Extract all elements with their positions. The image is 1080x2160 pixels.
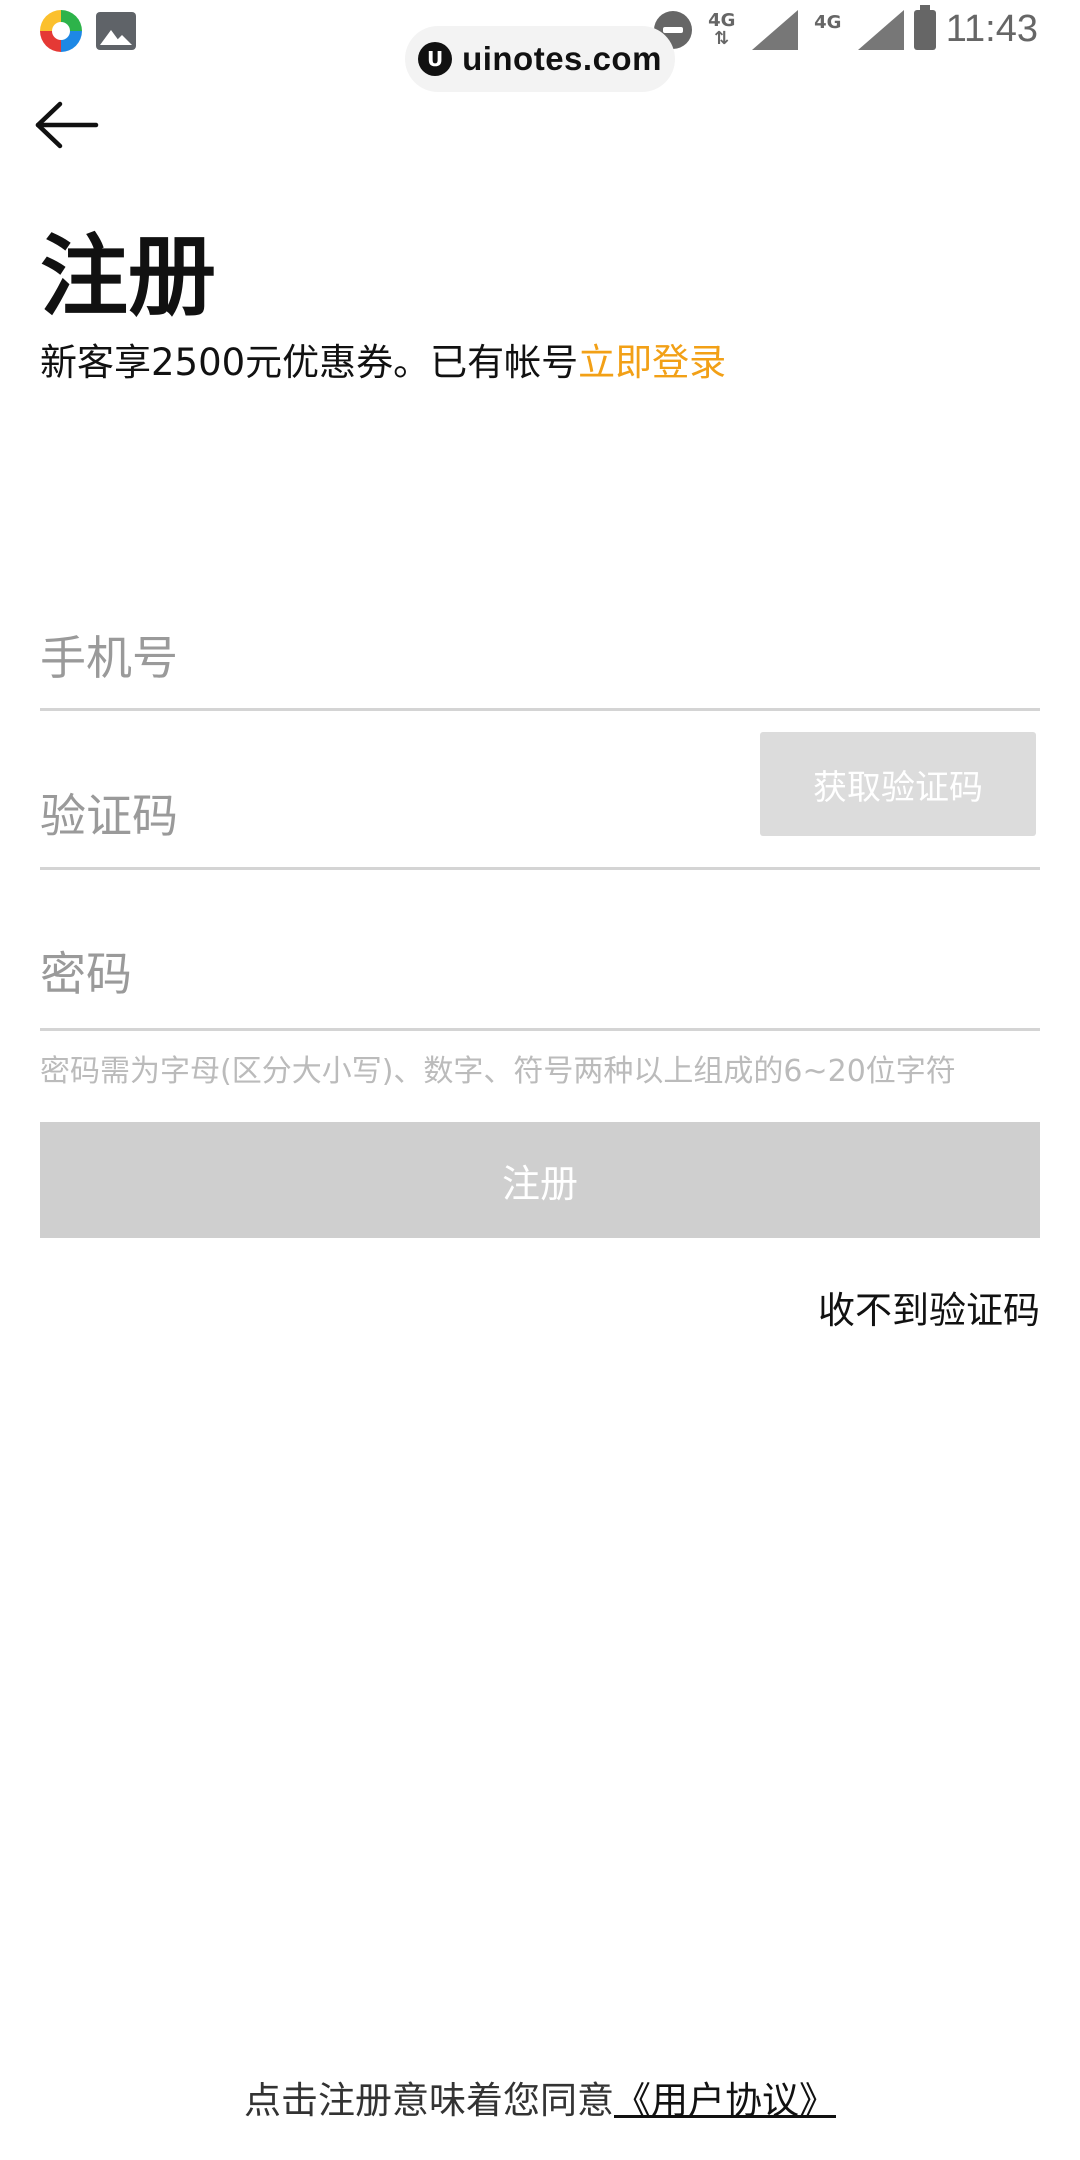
- get-code-button[interactable]: 获取验证码: [760, 732, 1036, 836]
- back-button[interactable]: [34, 100, 100, 150]
- user-agreement-link[interactable]: 《用户协议》: [614, 2079, 836, 2122]
- network-type-label-2: 4G: [814, 11, 842, 33]
- register-button[interactable]: 注册: [40, 1122, 1040, 1238]
- watermark-badge: U uinotes.com: [405, 26, 675, 92]
- gallery-icon: [96, 12, 136, 50]
- watermark-logo-icon: U: [418, 42, 453, 76]
- system-icons: 4G ⇅ 4G 11:43: [653, 4, 1038, 51]
- notification-icons: [40, 10, 136, 52]
- code-placeholder: 验证码: [40, 789, 178, 843]
- page-title: 注册: [40, 225, 217, 328]
- phone-placeholder: 手机号: [40, 631, 178, 685]
- battery-icon: [913, 4, 936, 50]
- signal-icon-2: [857, 9, 904, 50]
- network-4g-icon-2: 4G: [808, 11, 848, 33]
- arrow-left-icon: [35, 101, 99, 149]
- phone-field[interactable]: 手机号: [40, 600, 1040, 711]
- password-placeholder: 密码: [40, 947, 132, 1001]
- network-type-label: 4G: [708, 9, 736, 31]
- network-4g-icon: 4G ⇅: [708, 9, 736, 49]
- signal-icon: [751, 9, 798, 50]
- no-code-link[interactable]: 收不到验证码: [818, 1280, 1040, 1334]
- subtitle: 新客享2500元优惠券。已有帐号立即登录: [40, 338, 726, 388]
- subtitle-text: 新客享2500元优惠券。已有帐号: [40, 341, 579, 384]
- agreement-text: 点击注册意味着您同意: [244, 2079, 614, 2122]
- login-link[interactable]: 立即登录: [578, 341, 726, 384]
- watermark-text: uinotes.com: [462, 40, 662, 77]
- password-hint: 密码需为字母(区分大小写)、数字、符号两种以上组成的6~20位字符: [40, 1054, 956, 1089]
- app-notification-icon: [40, 10, 82, 52]
- password-field[interactable]: 密码: [40, 900, 1040, 1031]
- clock: 11:43: [945, 8, 1038, 50]
- agreement-notice: 点击注册意味着您同意《用户协议》: [0, 2070, 1080, 2124]
